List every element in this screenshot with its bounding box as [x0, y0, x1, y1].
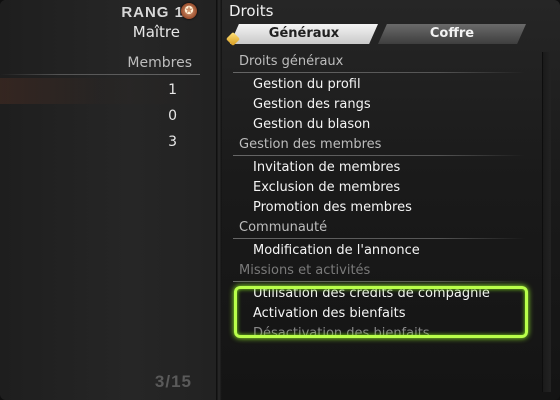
panel-title: Droits [229, 2, 274, 20]
members-header: Membres [127, 55, 192, 71]
right-item[interactable]: Modification de l'annonce [229, 241, 529, 261]
tab-vault[interactable]: Coffre [378, 24, 526, 44]
tab-general[interactable]: Généraux [230, 24, 378, 44]
members-divider [0, 74, 200, 75]
section-header: Droits généraux [239, 54, 344, 69]
rank-label: RANG 1 [121, 4, 184, 21]
section-header: Gestion des membres [239, 137, 382, 152]
right-item[interactable]: Gestion du profil [229, 75, 529, 95]
member-count-list: 1 0 3 [0, 78, 200, 156]
member-count-row[interactable]: 1 [0, 78, 200, 104]
section-divider [233, 155, 525, 156]
section-header: Communauté [239, 220, 328, 235]
right-item[interactable]: Gestion des rangs [229, 95, 529, 115]
member-count-row[interactable]: 3 [0, 130, 200, 156]
right-item[interactable]: Promotion des membres [229, 198, 529, 218]
company-window: RANG 1 ✪ Maître Membres 1 0 3 3/15 Droit… [0, 0, 560, 400]
section-divider [233, 281, 525, 282]
right-item[interactable]: Invitation de membres [229, 158, 529, 178]
page-count: 3/15 [154, 372, 192, 391]
list-scrollbar[interactable] [542, 52, 551, 392]
rank-emblem-icon: ✪ [181, 3, 197, 19]
right-item[interactable]: Exclusion de membres [229, 178, 529, 198]
tab-bar: Généraux Coffre [225, 24, 526, 47]
section-divider [233, 72, 525, 73]
selection-highlight [234, 286, 528, 338]
right-item[interactable]: Gestion du blason [229, 115, 529, 135]
rank-panel: RANG 1 ✪ Maître Membres 1 0 3 3/15 [0, 0, 216, 400]
member-count-row[interactable]: 0 [0, 104, 200, 130]
rank-name: Maître [132, 23, 180, 41]
section-header: Missions et activités [239, 263, 371, 278]
section-divider [233, 238, 525, 239]
panel-divider [216, 0, 222, 400]
